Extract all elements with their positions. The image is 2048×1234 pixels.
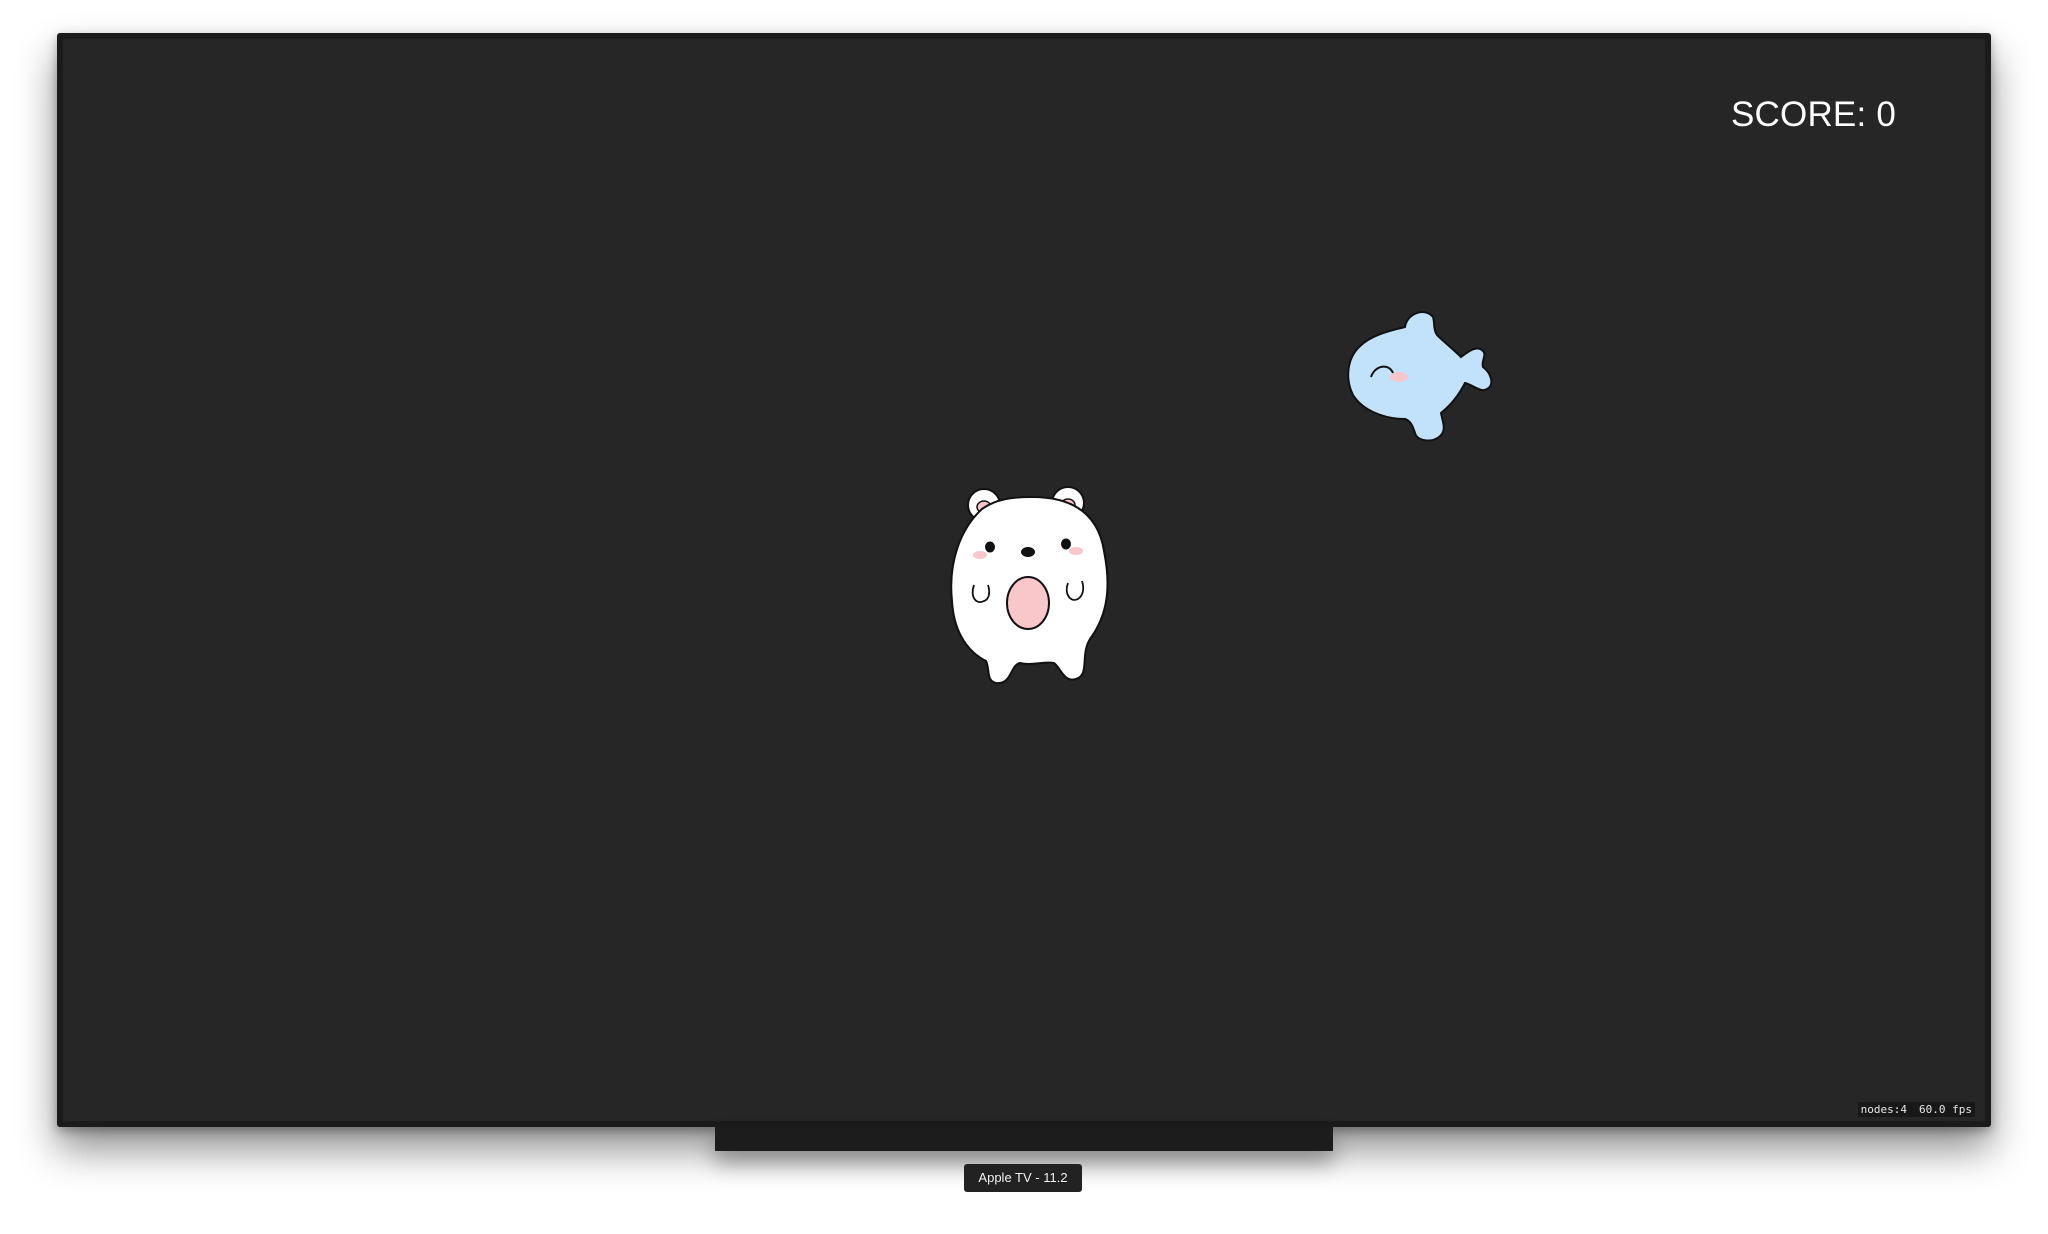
score-label: SCORE: 0 — [1731, 95, 1896, 134]
node-count-label: nodes:4 — [1860, 1103, 1908, 1116]
blue-fish-sprite — [1347, 311, 1493, 442]
bear-mouth — [1006, 576, 1050, 630]
polar-bear-sprite — [950, 486, 1109, 685]
bear-right-eye — [1061, 538, 1071, 550]
bear-nose — [1021, 547, 1035, 557]
fish-blush — [1390, 372, 1408, 382]
tv-stand — [715, 1127, 1333, 1151]
fps-label: 60.0 fps — [1919, 1103, 1972, 1116]
scene-stats-overlay: nodes:4 60.0 fps — [1857, 1102, 1975, 1117]
fish-body — [1347, 311, 1493, 442]
bear-left-eye — [985, 541, 995, 553]
simulator-device-label: Apple TV - 11.2 — [964, 1164, 1082, 1192]
game-scene[interactable]: SCORE: 0 nodes:4 60.0 fps — [63, 39, 1985, 1121]
simulator-tv-frame: SCORE: 0 nodes:4 60.0 fps — [57, 33, 1991, 1127]
